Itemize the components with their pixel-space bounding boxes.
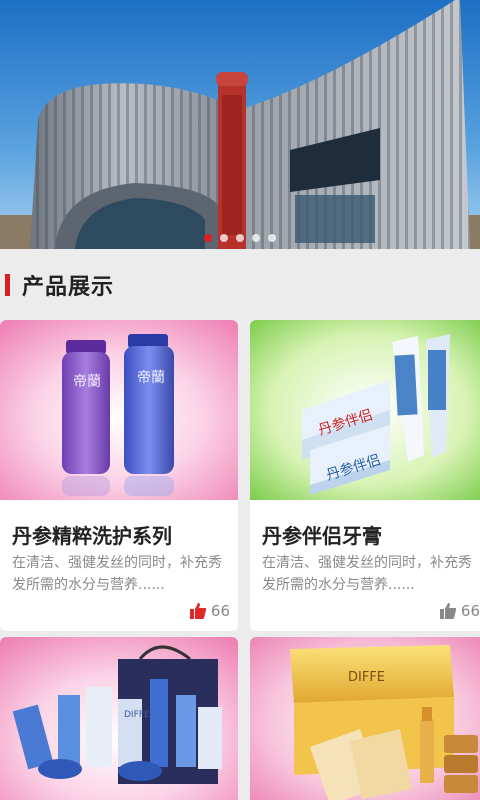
product-card[interactable]: DIFFE	[0, 637, 238, 800]
box-label-text: DIFFE	[348, 670, 385, 685]
product-card[interactable]: DIFFE	[250, 637, 480, 800]
product-image: 帝蘭 帝蘭	[0, 320, 238, 500]
product-description: 在清洁、强健发丝的同时，补充秀发所需的水分与营养......	[262, 555, 472, 593]
product-name: 丹参伴侣牙膏	[262, 524, 382, 548]
like-button[interactable]: 66	[439, 602, 480, 620]
product-image: 丹参伴侣 丹参伴侣	[250, 320, 480, 500]
banner-carousel[interactable]	[0, 0, 480, 249]
section-header: 产品展示	[0, 263, 480, 307]
bottle-brand-text: 帝蘭	[137, 370, 165, 386]
carousel-dot[interactable]	[268, 234, 276, 242]
carousel-dot[interactable]	[252, 234, 260, 242]
carousel-dot[interactable]	[204, 234, 212, 242]
product-card[interactable]: 帝蘭 帝蘭 丹参精粹洗护系列 在清洁、强健发丝的同时，补充秀发所需的水分与营养.…	[0, 320, 238, 631]
thumbs-up-icon	[189, 603, 207, 619]
thumbs-up-icon	[439, 603, 457, 619]
product-card[interactable]: 丹参伴侣 丹参伴侣 丹参伴侣牙膏 在清洁、强健发丝的同时，补充秀发所需的水分与营…	[250, 320, 480, 631]
box-label-text: DIFFE	[124, 710, 150, 720]
product-name: 丹参精粹洗护系列	[12, 524, 172, 548]
carousel-indicators[interactable]	[0, 234, 480, 242]
product-image: DIFFE	[0, 637, 238, 800]
product-image: DIFFE	[250, 637, 480, 800]
like-count: 66	[210, 602, 230, 620]
carousel-dot[interactable]	[236, 234, 244, 242]
like-count: 66	[460, 602, 480, 620]
bottle-brand-text: 帝蘭	[73, 374, 101, 390]
section-title: 产品展示	[22, 275, 115, 300]
like-button[interactable]: 66	[189, 602, 230, 620]
section-accent-bar	[5, 274, 10, 296]
carousel-dot[interactable]	[220, 234, 228, 242]
product-description: 在清洁、强健发丝的同时，补充秀发所需的水分与营养......	[12, 555, 222, 593]
banner-image	[0, 0, 480, 249]
